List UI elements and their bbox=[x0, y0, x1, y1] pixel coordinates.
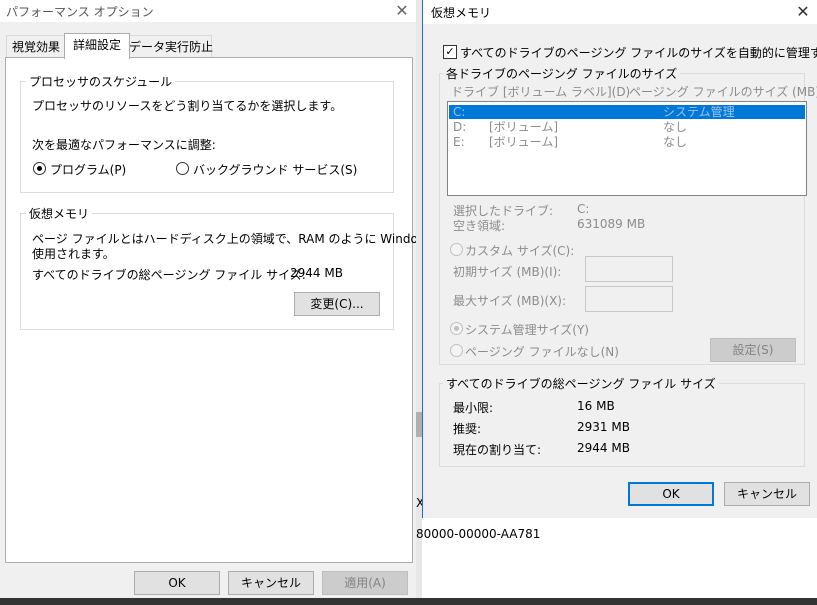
minimum-label: 最小限: bbox=[453, 401, 494, 415]
perf-ok-label: OK bbox=[168, 576, 186, 590]
currently-allocated-label: 現在の割り当て: bbox=[453, 443, 542, 457]
tab-label: データ実行防止 bbox=[129, 40, 214, 54]
drive-row-d[interactable]: D: [ボリューム] なし bbox=[449, 120, 805, 134]
no-paging-radio[interactable] bbox=[450, 344, 463, 357]
vm-titlebar[interactable]: 仮想メモリ ✕ bbox=[423, 0, 817, 24]
drive-letter: C: bbox=[453, 105, 466, 119]
perf-apply-label: 適用(A) bbox=[344, 576, 386, 590]
currently-allocated-value: 2944 MB bbox=[577, 441, 630, 455]
drive-listbox[interactable]: C: システム管理 D: [ボリューム] なし E: [ボリューム] なし bbox=[447, 101, 807, 196]
recommended-label: 推奨: bbox=[453, 422, 482, 436]
perf-apply-button[interactable]: 適用(A) bbox=[322, 571, 408, 595]
background-product-id-text: 80000-00000-AA781 bbox=[416, 527, 541, 541]
drive-paging-size: システム管理 bbox=[663, 105, 735, 119]
drive-row-e[interactable]: E: [ボリューム] なし bbox=[449, 135, 805, 149]
drive-letter: E: bbox=[453, 135, 465, 149]
set-button-label: 設定(S) bbox=[732, 343, 774, 357]
perf-window-title: パフォーマンス オプション bbox=[6, 5, 154, 19]
custom-size-radio[interactable] bbox=[450, 243, 463, 256]
vm-ok-button[interactable]: OK bbox=[628, 482, 714, 506]
programs-radio[interactable] bbox=[33, 162, 46, 175]
performance-options-window: パフォーマンス オプション ✕ 視覚効果 詳細設定 データ実行防止 プロセッサの… bbox=[0, 0, 450, 605]
total-paging-size-label: すべてのドライブの総ページング ファイル サイズ: bbox=[32, 268, 306, 282]
background-services-radio-label[interactable]: バックグラウンド サービス(S) bbox=[193, 161, 357, 178]
perf-cancel-label: キャンセル bbox=[240, 576, 301, 590]
vm-desc-line2: 使用されます。 bbox=[32, 247, 115, 261]
minimum-value: 16 MB bbox=[577, 399, 615, 413]
drive-row-c[interactable]: C: システム管理 bbox=[449, 105, 805, 119]
custom-size-label[interactable]: カスタム サイズ(C): bbox=[465, 242, 574, 259]
virtual-memory-dialog: 仮想メモリ ✕ ✓ すべてのドライブのページング ファイルのサイズを自動的に管理… bbox=[422, 0, 817, 518]
total-paging-size-value: 2944 MB bbox=[290, 266, 343, 280]
processor-scheduling-legend: プロセッサのスケジュール bbox=[26, 73, 176, 90]
initial-size-input[interactable] bbox=[585, 256, 673, 282]
drive-letter: D: bbox=[453, 120, 467, 134]
max-size-label: 最大サイズ (MB)(X): bbox=[453, 294, 567, 308]
auto-manage-label[interactable]: すべてのドライブのページング ファイルのサイズを自動的に管理する(A) bbox=[460, 44, 817, 61]
virtual-memory-legend: 仮想メモリ bbox=[26, 205, 93, 222]
change-button[interactable]: 変更(C)... bbox=[294, 292, 380, 316]
vm-dialog-title: 仮想メモリ bbox=[431, 6, 492, 20]
tab-visual-effects[interactable]: 視覚効果 bbox=[6, 35, 66, 58]
adjust-for-label: 次を最適なパフォーマンスに調整: bbox=[32, 138, 216, 152]
vm-cancel-button[interactable]: キャンセル bbox=[724, 482, 810, 506]
perf-close-icon[interactable]: ✕ bbox=[392, 0, 412, 22]
tab-advanced[interactable]: 詳細設定 bbox=[64, 33, 130, 59]
no-paging-label[interactable]: ページング ファイルなし(N) bbox=[465, 343, 619, 360]
vm-ok-label: OK bbox=[662, 487, 680, 501]
programs-radio-label[interactable]: プログラム(P) bbox=[50, 161, 126, 178]
selected-drive-value: C: bbox=[577, 202, 590, 216]
set-button[interactable]: 設定(S) bbox=[710, 338, 796, 362]
tab-dep[interactable]: データ実行防止 bbox=[128, 35, 214, 58]
tab-label: 詳細設定 bbox=[72, 38, 121, 52]
free-space-label: 空き領域: bbox=[453, 219, 506, 233]
change-button-label: 変更(C)... bbox=[310, 297, 364, 311]
recommended-value: 2931 MB bbox=[577, 420, 630, 434]
total-paging-legend: すべてのドライブの総ページング ファイル サイズ bbox=[443, 375, 719, 392]
drive-volume-label: [ボリューム] bbox=[489, 120, 559, 134]
vm-close-icon[interactable]: ✕ bbox=[791, 0, 815, 24]
size-column-header: ページング ファイルのサイズ (MB) bbox=[629, 85, 817, 99]
perf-ok-button[interactable]: OK bbox=[134, 571, 220, 595]
drive-column-header: ドライブ [ボリューム ラベル](D) bbox=[451, 85, 631, 99]
drive-paging-size: なし bbox=[663, 135, 688, 149]
checkmark-icon: ✓ bbox=[445, 45, 455, 58]
per-drive-legend: 各ドライブのページング ファイルのサイズ bbox=[443, 65, 681, 82]
perf-cancel-button[interactable]: キャンセル bbox=[228, 571, 314, 595]
drive-paging-size: なし bbox=[663, 120, 688, 134]
perf-titlebar[interactable]: パフォーマンス オプション ✕ bbox=[0, 0, 416, 22]
vm-cancel-label: キャンセル bbox=[736, 487, 797, 501]
system-managed-radio[interactable] bbox=[450, 322, 463, 335]
taskbar-edge bbox=[0, 598, 817, 605]
background-services-radio[interactable] bbox=[176, 162, 189, 175]
system-managed-label[interactable]: システム管理サイズ(Y) bbox=[465, 321, 589, 338]
tab-label: 視覚効果 bbox=[11, 40, 60, 54]
max-size-input[interactable] bbox=[585, 286, 673, 312]
free-space-value: 631089 MB bbox=[577, 217, 646, 231]
initial-size-label: 初期サイズ (MB)(I): bbox=[453, 265, 562, 279]
drive-volume-label: [ボリューム] bbox=[489, 135, 559, 149]
auto-manage-checkbox[interactable]: ✓ bbox=[443, 45, 457, 59]
processor-scheduling-desc: プロセッサのリソースをどう割り当てるかを選択します。 bbox=[32, 99, 343, 113]
